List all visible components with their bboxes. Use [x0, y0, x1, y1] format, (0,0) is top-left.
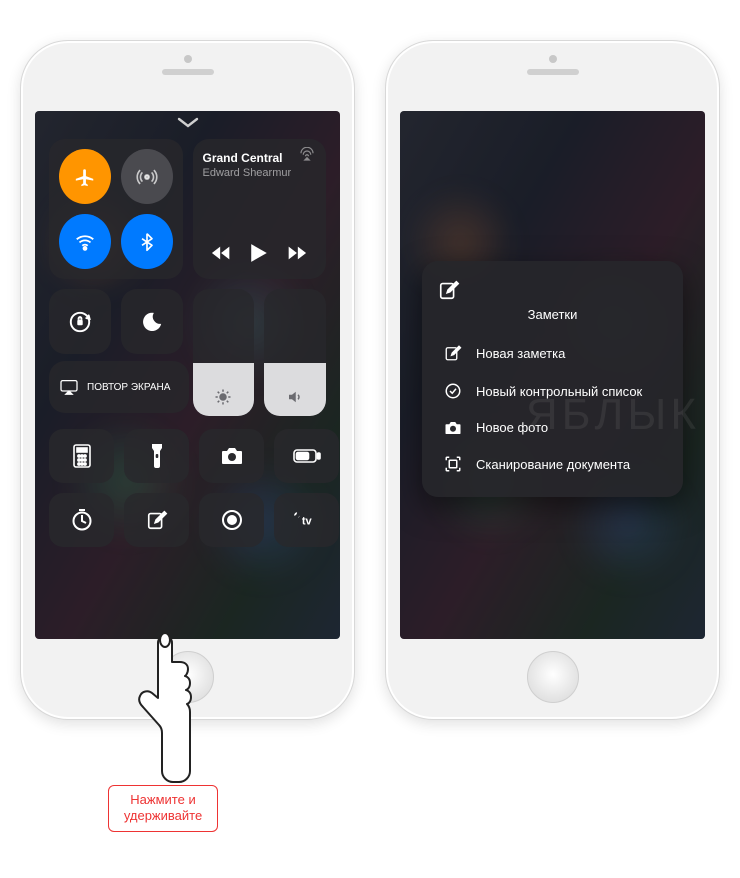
screen-mirroring-button[interactable]: ПОВТОР ЭКРАНА: [49, 361, 189, 413]
scan-document-action[interactable]: Сканирование документа: [438, 445, 667, 483]
new-note-action[interactable]: Новая заметка: [438, 334, 667, 372]
audio-output-icon[interactable]: [298, 147, 316, 161]
pointing-hand-icon: [132, 630, 202, 785]
battery-icon: [293, 449, 321, 463]
home-button[interactable]: [527, 651, 579, 703]
camera-icon: [442, 421, 464, 435]
checklist-icon: [442, 382, 464, 400]
notes-quick-actions-menu: Заметки Новая заметка Новый контрольный …: [422, 261, 683, 497]
compose-icon: [146, 509, 168, 531]
action-label: Сканирование документа: [476, 457, 630, 472]
notes-popup-title: Заметки: [438, 307, 667, 322]
forward-button[interactable]: [285, 245, 307, 261]
screen-right: Заметки Новая заметка Новый контрольный …: [400, 111, 705, 639]
apple-tv-icon: tv: [289, 510, 325, 530]
wifi-toggle[interactable]: [59, 214, 111, 269]
screen-record-button[interactable]: [199, 493, 264, 547]
calculator-icon: [72, 444, 92, 468]
moon-icon: [141, 311, 163, 333]
action-label: Новое фото: [476, 420, 548, 435]
new-checklist-action[interactable]: Новый контрольный список: [438, 372, 667, 410]
media-module[interactable]: Grand Central Edward Shearmur: [193, 139, 327, 279]
brightness-icon: [214, 388, 232, 406]
action-label: Новый контрольный список: [476, 384, 642, 399]
screen-mirroring-icon: [59, 379, 79, 395]
do-not-disturb-button[interactable]: [121, 289, 183, 354]
speaker-grill: [527, 69, 579, 75]
brightness-slider[interactable]: [193, 289, 255, 416]
media-artist: Edward Shearmur: [203, 167, 317, 179]
compose-icon: [442, 344, 464, 362]
front-camera: [549, 55, 557, 63]
bluetooth-toggle[interactable]: [121, 214, 173, 269]
scan-icon: [442, 455, 464, 473]
new-photo-action[interactable]: Новое фото: [438, 410, 667, 445]
play-button[interactable]: [250, 243, 268, 263]
camera-button[interactable]: [199, 429, 264, 483]
notes-button[interactable]: [124, 493, 189, 547]
iphone-left: Grand Central Edward Shearmur: [20, 40, 355, 720]
front-camera: [184, 55, 192, 63]
rewind-button[interactable]: [211, 245, 233, 261]
control-center: Grand Central Edward Shearmur: [35, 111, 340, 639]
press-and-hold-hint: Нажмите и удерживайте: [108, 785, 218, 832]
screen-left: Grand Central Edward Shearmur: [35, 111, 340, 639]
rotation-lock-button[interactable]: [49, 289, 111, 354]
connectivity-module[interactable]: [49, 139, 183, 279]
iphone-right: Заметки Новая заметка Новый контрольный …: [385, 40, 720, 720]
flashlight-button[interactable]: [124, 429, 189, 483]
wifi-icon: [74, 231, 96, 253]
timer-button[interactable]: [49, 493, 114, 547]
volume-slider[interactable]: [264, 289, 326, 416]
bluetooth-icon: [137, 232, 157, 252]
timer-icon: [70, 508, 94, 532]
calculator-button[interactable]: [49, 429, 114, 483]
flashlight-icon: [150, 443, 164, 469]
screen-mirroring-label: ПОВТОР ЭКРАНА: [87, 382, 170, 393]
low-power-mode-button[interactable]: [274, 429, 339, 483]
compose-icon: [438, 279, 667, 301]
airplane-mode-toggle[interactable]: [59, 149, 111, 204]
action-label: Новая заметка: [476, 346, 565, 361]
airplane-icon: [74, 166, 96, 188]
cellular-data-toggle[interactable]: [121, 149, 173, 204]
rotation-lock-icon: [67, 309, 93, 335]
volume-icon: [286, 388, 304, 406]
camera-icon: [220, 447, 244, 465]
apple-tv-remote-button[interactable]: tv: [274, 493, 339, 547]
speaker-grill: [162, 69, 214, 75]
chevron-down-icon[interactable]: [177, 117, 199, 129]
cellular-icon: [136, 166, 158, 188]
record-icon: [220, 508, 244, 532]
svg-text:tv: tv: [301, 515, 312, 527]
